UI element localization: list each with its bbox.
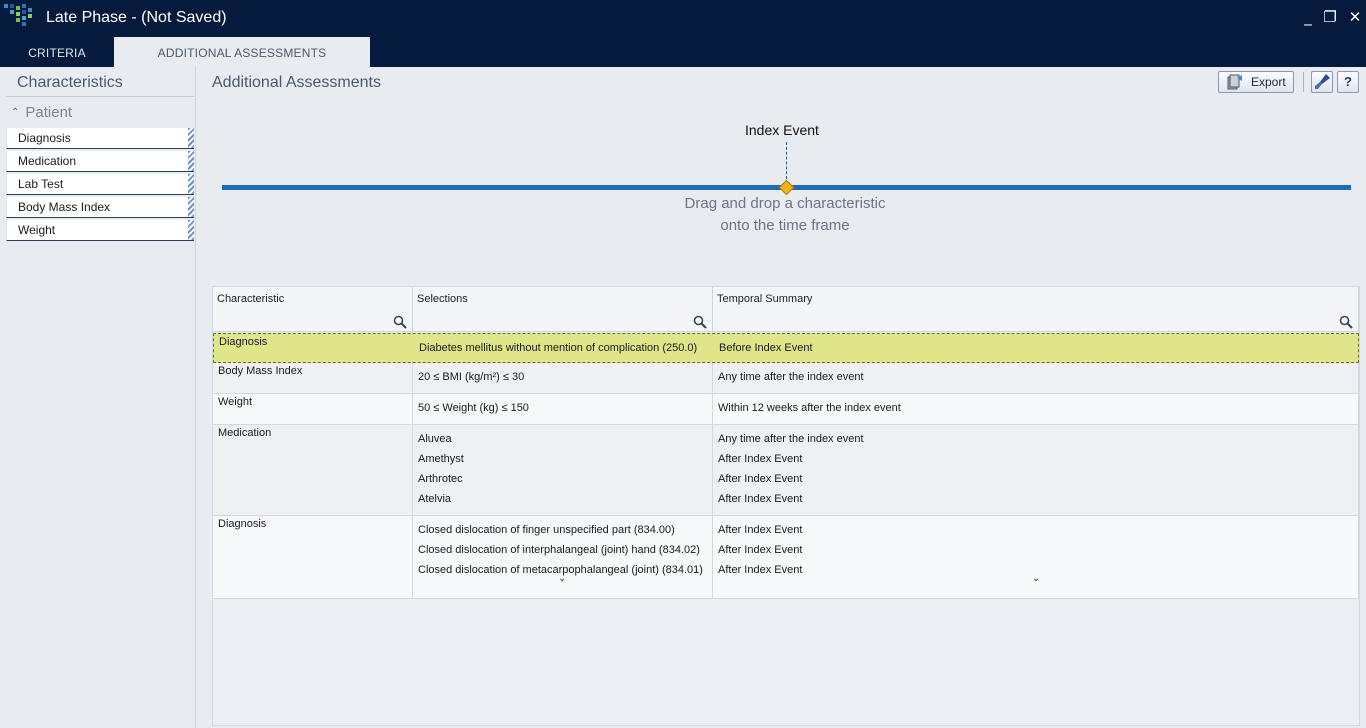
expand-temporal-icon[interactable]: ⌄ — [1032, 573, 1040, 584]
drag-grip-icon[interactable] — [188, 220, 194, 240]
cell-characteristic: Diagnosis — [214, 334, 414, 362]
cell-temporal-summary: Within 12 weeks after the index event — [713, 394, 1359, 424]
index-event-label: Index Event — [745, 122, 819, 138]
tab-criteria[interactable]: CRITERIA — [0, 37, 114, 67]
search-icon[interactable] — [1339, 315, 1353, 329]
cell-selections: Closed dislocation of finger unspecified… — [413, 516, 713, 598]
characteristic-item-lab-test[interactable]: Lab Test — [6, 174, 194, 195]
characteristics-sidebar: Characteristics ⌃ Patient Diagnosis Medic… — [0, 67, 196, 728]
close-icon[interactable]: ✕ — [1346, 8, 1364, 26]
search-icon[interactable] — [393, 315, 407, 329]
help-button[interactable]: ? — [1337, 71, 1359, 93]
table-row[interactable]: Diagnosis Diabetes mellitus without ment… — [213, 333, 1359, 363]
cell-temporal-summary: After Index Event After Index Event Afte… — [713, 516, 1359, 598]
drag-grip-icon[interactable] — [188, 151, 194, 171]
title-bar: Late Phase - (Not Saved) _ ❐ ✕ CRITERIA … — [0, 0, 1366, 67]
table-row[interactable]: Body Mass Index 20 ≤ BMI (kg/m²) ≤ 30 An… — [213, 363, 1359, 394]
table-row[interactable]: Weight 50 ≤ Weight (kg) ≤ 150 Within 12 … — [213, 394, 1359, 425]
toolbar-separator — [1303, 72, 1304, 92]
characteristic-label: Lab Test — [18, 177, 64, 191]
drop-hint-line-2: onto the time frame — [720, 217, 850, 234]
page-title: Additional Assessments — [212, 74, 381, 91]
patient-group-label: Patient — [25, 104, 73, 121]
clear-button[interactable] — [1311, 71, 1333, 93]
characteristic-label: Weight — [18, 223, 56, 237]
patient-group-header[interactable]: ⌃ Patient — [11, 104, 72, 121]
expand-selections-icon[interactable]: ⌄ — [558, 573, 566, 584]
app-logo-icon — [4, 4, 32, 26]
drop-hint: Drag and drop a characteristic onto the … — [640, 193, 930, 237]
export-label: Export — [1251, 75, 1286, 89]
cell-characteristic: Medication — [213, 425, 413, 515]
filter-characteristic[interactable] — [213, 312, 413, 332]
restore-icon[interactable]: ❐ — [1321, 8, 1339, 26]
characteristic-label: Medication — [18, 154, 77, 168]
table-row[interactable]: Diagnosis Closed dislocation of finger u… — [213, 516, 1359, 599]
cell-temporal-summary: Any time after the index event After Ind… — [713, 425, 1359, 515]
index-event-guide — [786, 142, 787, 184]
sidebar-title: Characteristics — [17, 74, 123, 91]
filter-temporal-summary[interactable] — [713, 312, 1359, 332]
drop-hint-line-1: Drag and drop a characteristic — [684, 195, 886, 212]
characteristic-item-medication[interactable]: Medication — [6, 151, 194, 172]
filter-selections[interactable] — [413, 312, 713, 332]
assessment-grid: Characteristic Selections Temporal Summa… — [212, 286, 1360, 726]
collapse-chevron-icon: ⌃ — [11, 107, 20, 118]
cell-selections: 50 ≤ Weight (kg) ≤ 150 — [413, 394, 713, 424]
window-title: Late Phase - (Not Saved) — [46, 9, 227, 26]
drag-grip-icon[interactable] — [188, 128, 194, 148]
cell-selections: 20 ≤ BMI (kg/m²) ≤ 30 — [413, 363, 713, 393]
tab-additional-assessments[interactable]: ADDITIONAL ASSESSMENTS — [114, 37, 370, 67]
drag-grip-icon[interactable] — [188, 197, 194, 217]
cell-selections: Diabetes mellitus without mention of com… — [414, 334, 714, 362]
characteristic-label: Diagnosis — [18, 131, 71, 145]
cell-temporal-summary: Before Index Event — [719, 342, 813, 354]
search-icon[interactable] — [693, 315, 707, 329]
column-header-temporal-summary[interactable]: Temporal Summary — [713, 287, 1359, 312]
characteristic-item-diagnosis[interactable]: Diagnosis — [6, 128, 194, 149]
characteristic-item-weight[interactable]: Weight — [6, 220, 194, 241]
cell-characteristic: Diagnosis — [213, 516, 413, 598]
characteristic-item-body-mass-index[interactable]: Body Mass Index — [6, 197, 194, 218]
column-header-characteristic[interactable]: Characteristic — [213, 287, 413, 312]
export-button[interactable]: Export — [1218, 71, 1294, 93]
characteristic-label: Body Mass Index — [18, 200, 111, 214]
brush-icon — [1315, 74, 1330, 89]
characteristic-list: Diagnosis Medication Lab Test Body Mass … — [6, 128, 194, 243]
export-icon — [1227, 74, 1242, 90]
table-row[interactable]: Medication Aluvea Amethyst Arthrotec Ate… — [213, 425, 1359, 516]
cell-temporal-summary: Any time after the index event — [713, 363, 1359, 393]
cell-characteristic: Body Mass Index — [213, 363, 413, 393]
sidebar-divider — [6, 96, 195, 97]
column-header-selections[interactable]: Selections — [413, 287, 713, 312]
minimize-icon[interactable]: _ — [1299, 8, 1317, 26]
cell-characteristic: Weight — [213, 394, 413, 424]
cell-selections: Aluvea Amethyst Arthrotec Atelvia — [413, 425, 713, 515]
drag-grip-icon[interactable] — [188, 174, 194, 194]
